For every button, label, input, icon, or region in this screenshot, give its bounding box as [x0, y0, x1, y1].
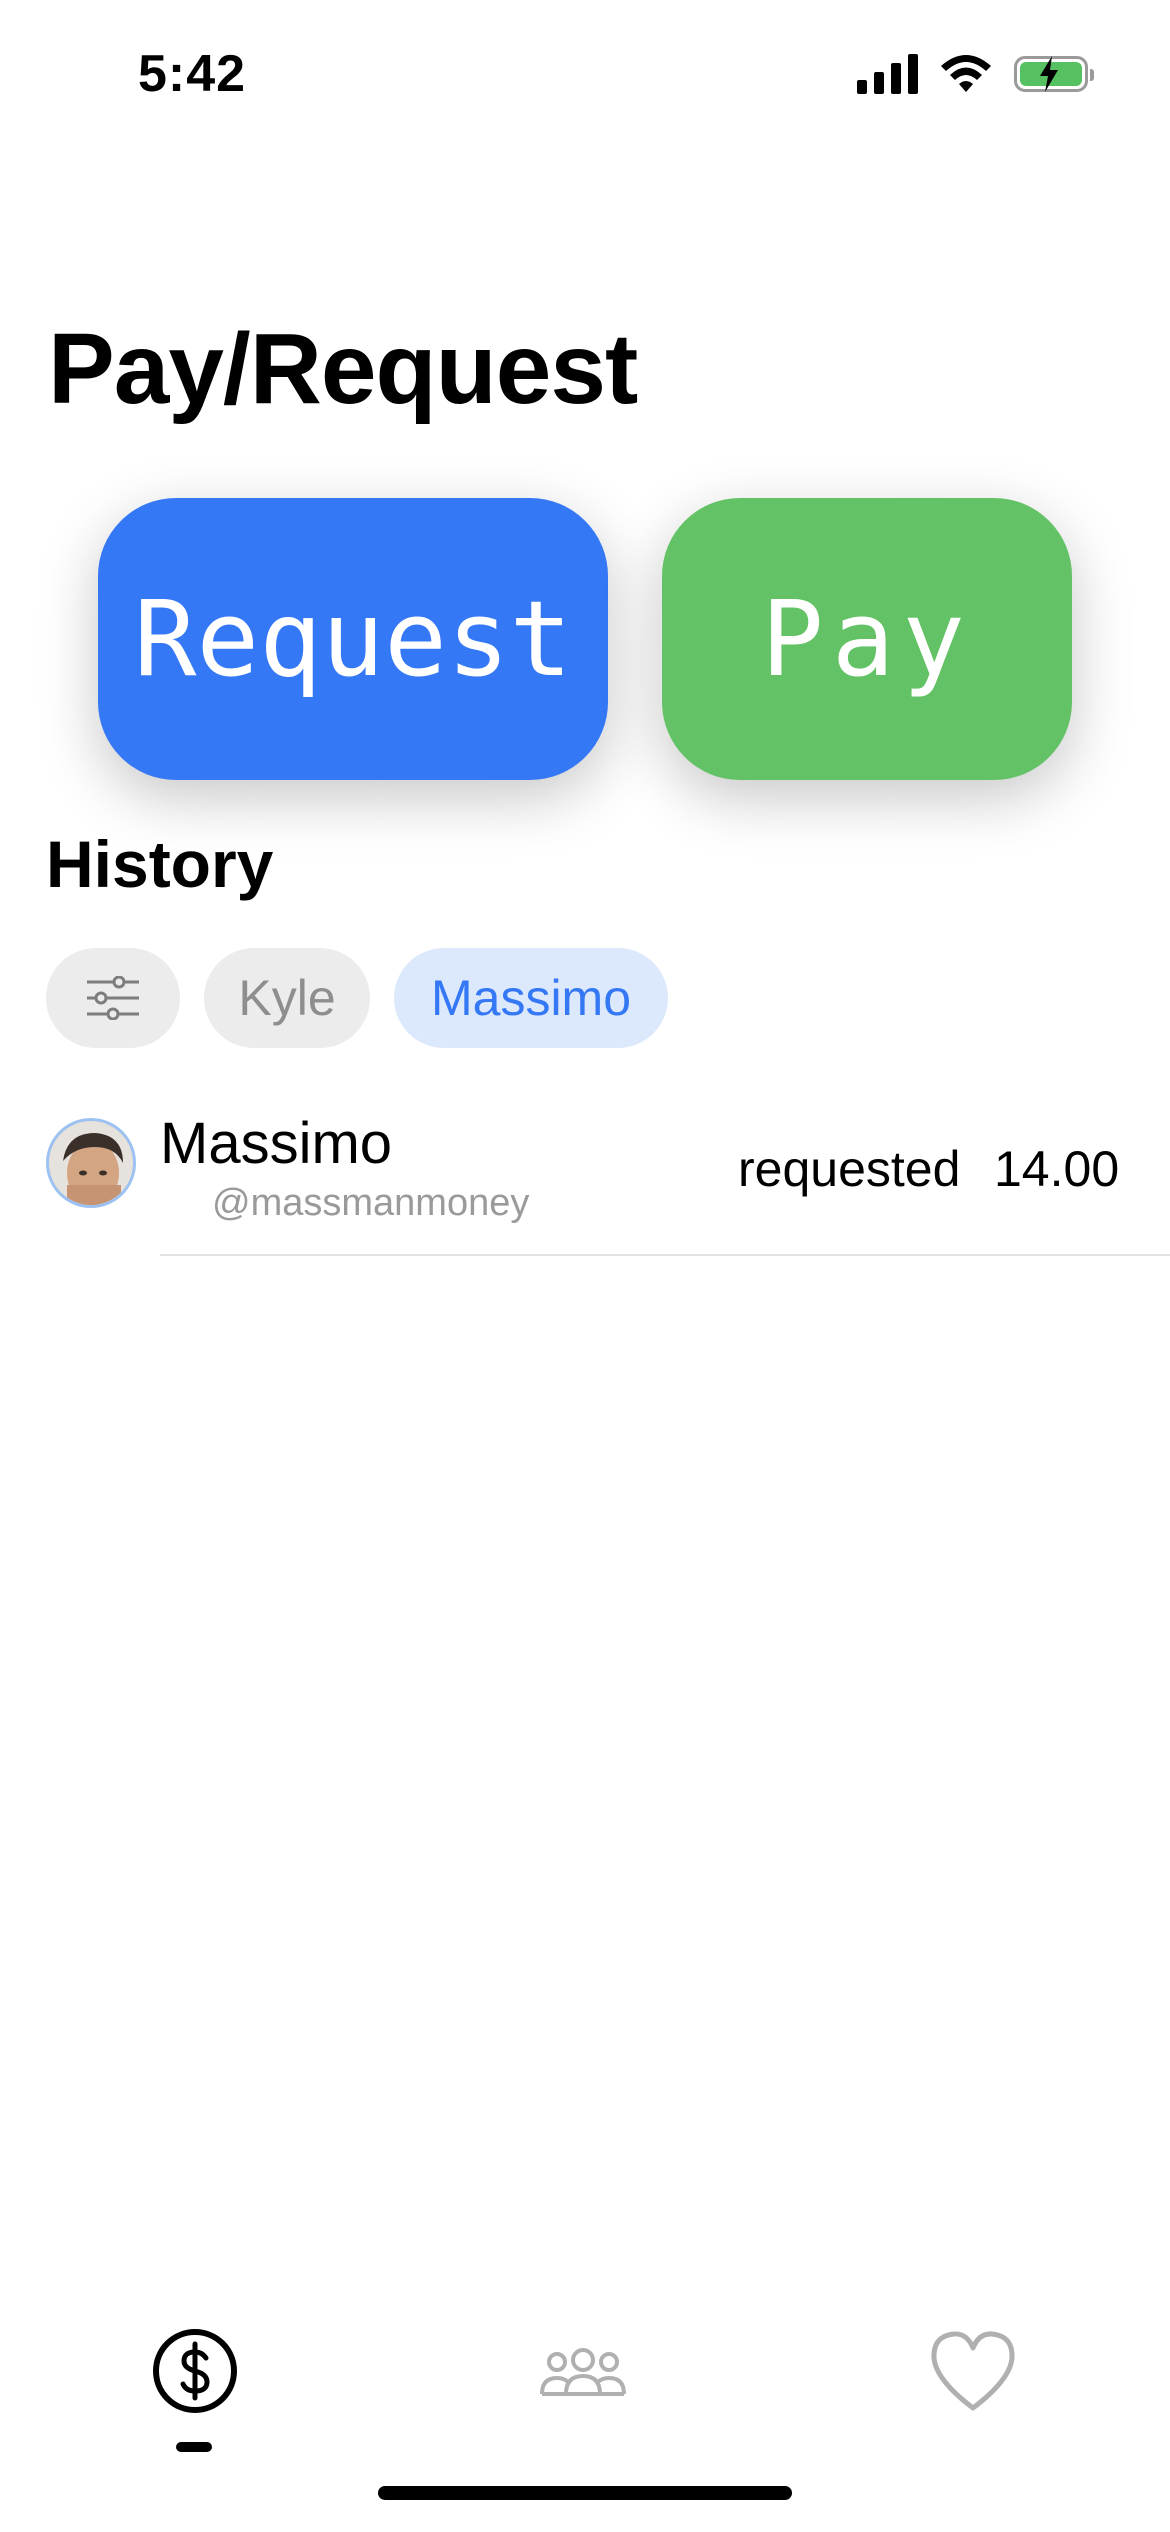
transaction-type: requested [738, 1141, 961, 1197]
contact-handle: @massmanmoney [212, 1182, 530, 1224]
pay-request-screen: 5:42 Pay/Request Request Pay History Kyl… [0, 0, 1170, 2532]
filter-options-button[interactable] [46, 948, 180, 1048]
history-filters: Kyle Massimo [46, 948, 668, 1048]
tab-pay[interactable] [152, 2328, 238, 2419]
status-time: 5:42 [138, 45, 247, 103]
tab-favorites[interactable] [928, 2328, 1018, 2419]
filter-chip-kyle[interactable]: Kyle [204, 948, 370, 1048]
contact-name: Massimo [160, 1111, 393, 1176]
heart-icon [931, 2331, 1015, 2411]
wifi-icon [941, 55, 991, 92]
request-button[interactable]: Request [98, 498, 608, 780]
filter-chip-massimo[interactable]: Massimo [394, 948, 668, 1048]
people-icon [540, 2348, 626, 2396]
selected-tab-indicator [176, 2442, 212, 2452]
dollar-circle-icon [153, 2329, 237, 2413]
page-title: Pay/Request [48, 313, 638, 425]
sliders-icon [87, 976, 139, 1020]
avatar [46, 1118, 136, 1208]
row-divider [160, 1254, 1170, 1256]
status-icons [857, 54, 1094, 94]
battery-charging-icon [1014, 56, 1094, 92]
transaction-amount: 14.00 [994, 1141, 1120, 1197]
pay-button[interactable]: Pay [662, 498, 1072, 780]
home-indicator [378, 2486, 792, 2500]
tab-friends[interactable] [538, 2328, 628, 2423]
history-row[interactable]: Massimo @massmanmoney requested 14.00 [0, 1104, 1170, 1260]
cellular-signal-icon [857, 54, 918, 94]
history-title: History [46, 827, 274, 901]
